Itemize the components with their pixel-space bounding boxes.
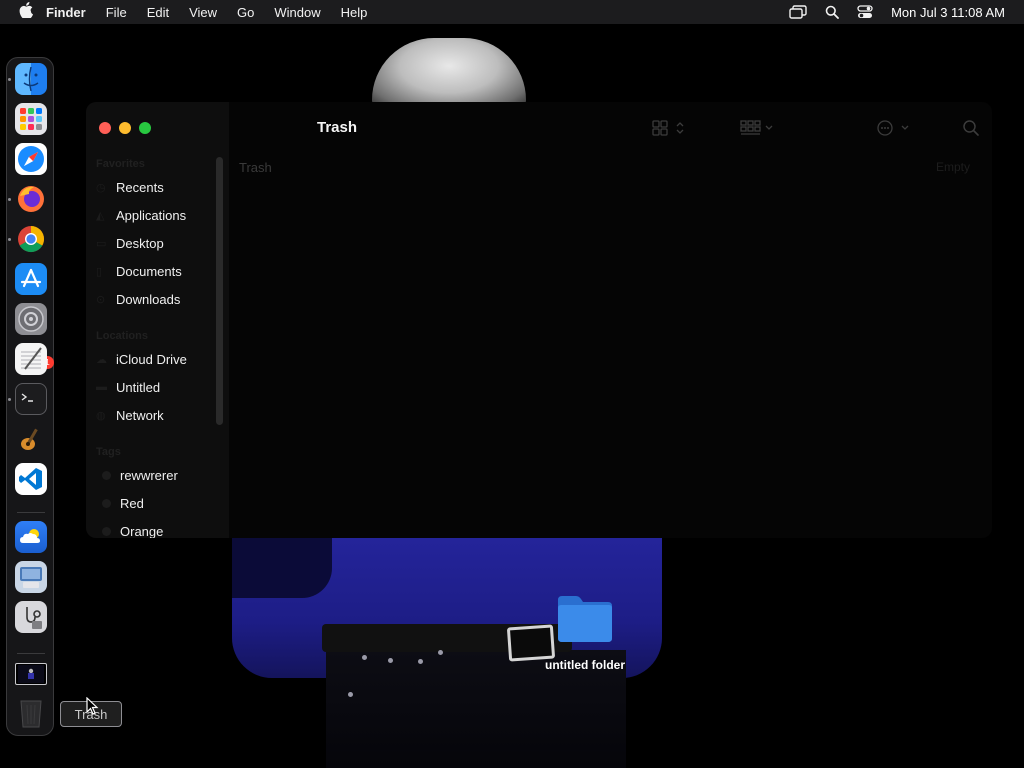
apple-logo-icon[interactable] (0, 2, 36, 22)
download-icon: ⊙ (96, 293, 106, 306)
chrome-icon[interactable] (15, 223, 47, 255)
wallpaper-hair (372, 38, 526, 108)
icon-view-icon[interactable] (652, 118, 686, 138)
trash-icon[interactable] (15, 697, 47, 729)
network-globe-icon: ◍ (96, 409, 106, 422)
sidebar-item-label: iCloud Drive (116, 351, 187, 367)
menu-file[interactable]: File (96, 5, 137, 20)
desktop-icon: ▭ (96, 237, 107, 250)
applications-icon: ◭ (96, 209, 105, 222)
sidebar-item-desktop[interactable]: ▭ Desktop (96, 232, 222, 254)
finder-window: Favorites ◷ Recents ◭ Applications ▭ Des… (86, 102, 992, 538)
sidebar-item-applications[interactable]: ◭ Applications (96, 204, 222, 226)
menu-edit[interactable]: Edit (137, 5, 179, 20)
window-title: Trash (317, 119, 358, 136)
textedit-icon[interactable] (15, 343, 47, 375)
trash-path-label: Trash (239, 160, 272, 175)
sidebar-item-downloads[interactable]: ⊙ Downloads (96, 288, 222, 310)
running-indicator (8, 398, 11, 401)
sidebar-item-label: Applications (116, 207, 187, 223)
sidebar-heading-tags: Tags (96, 446, 121, 458)
sidebar-item-label: Untitled (116, 379, 161, 395)
sidebar-item-tag-rewwrerer[interactable]: rewwrerer (96, 464, 222, 486)
system-information-icon[interactable] (15, 601, 47, 633)
finder-sidebar: Favorites ◷ Recents ◭ Applications ▭ Des… (86, 102, 229, 538)
desktop-folder-label: untitled folder (545, 658, 625, 672)
sidebar-item-tag-orange[interactable]: Orange (96, 520, 222, 538)
mouse-pointer-icon (86, 696, 100, 717)
dock: 1 (6, 57, 54, 736)
wallpaper-rivet (362, 655, 367, 660)
launchpad-icon[interactable] (15, 103, 47, 135)
menu-view[interactable]: View (179, 5, 227, 20)
menu-bar-clock[interactable]: Mon Jul 3 11:08 AM (891, 5, 1005, 20)
sidebar-heading-favorites: Favorites (96, 158, 145, 170)
sidebar-item-untitled[interactable]: ▬ Untitled (96, 376, 222, 398)
wallpaper-shirt-shadow (232, 538, 332, 598)
empty-trash-button[interactable]: Empty (936, 160, 970, 174)
minimized-window-icon[interactable] (15, 663, 47, 685)
firefox-icon[interactable] (15, 183, 47, 215)
dock-separator (17, 512, 45, 513)
sidebar-item-label: Documents (116, 263, 182, 279)
screen-mirroring-icon[interactable] (789, 5, 807, 19)
sidebar-item-documents[interactable]: ▯ Documents (96, 260, 222, 282)
spotlight-search-icon[interactable] (825, 5, 839, 19)
menu-help[interactable]: Help (331, 5, 378, 20)
finder-icon[interactable] (15, 63, 47, 95)
sidebar-heading-locations: Locations (96, 330, 148, 342)
dock-separator (17, 653, 45, 654)
menu-bar-status-area: Mon Jul 3 11:08 AM (789, 0, 1024, 24)
running-indicator (8, 238, 11, 241)
zoom-window-button[interactable] (139, 122, 151, 134)
group-by-icon[interactable] (740, 118, 776, 138)
tag-color-icon (102, 498, 111, 508)
sidebar-item-label: Desktop (116, 235, 164, 251)
preview-icon[interactable] (15, 561, 47, 593)
weather-icon[interactable] (15, 521, 47, 553)
disk-icon: ▬ (96, 381, 107, 393)
vscode-icon[interactable] (15, 463, 47, 495)
wallpaper-rivet (418, 659, 423, 664)
menu-window[interactable]: Window (264, 5, 330, 20)
system-settings-icon[interactable] (15, 303, 47, 335)
sidebar-item-label: Downloads (116, 291, 181, 307)
cloud-icon: ☁ (96, 353, 107, 366)
sidebar-scrollbar[interactable] (216, 157, 223, 425)
control-center-icon[interactable] (857, 5, 873, 19)
garageband-icon[interactable] (15, 423, 47, 455)
sidebar-item-label: Red (120, 495, 144, 511)
wallpaper-rivet (388, 658, 393, 663)
sidebar-item-network[interactable]: ◍ Network (96, 404, 222, 426)
tag-color-icon (102, 470, 111, 480)
running-indicator (8, 198, 11, 201)
document-icon: ▯ (96, 265, 103, 278)
clock-icon: ◷ (96, 181, 106, 194)
close-window-button[interactable] (99, 122, 111, 134)
action-menu-icon[interactable] (876, 118, 912, 138)
sidebar-item-recents[interactable]: ◷ Recents (96, 176, 222, 198)
desktop-folder-untitled[interactable]: untitled folder (540, 592, 630, 676)
menu-app-finder[interactable]: Finder (36, 5, 96, 20)
sidebar-item-label: Orange (120, 523, 164, 539)
sidebar-item-tag-red[interactable]: Red (96, 492, 222, 514)
safari-icon[interactable] (15, 143, 47, 175)
sidebar-item-icloud-drive[interactable]: ☁ iCloud Drive (96, 348, 222, 370)
menu-go[interactable]: Go (227, 5, 264, 20)
sidebar-item-label: rewwrerer (120, 467, 178, 483)
sidebar-item-label: Network (116, 407, 164, 423)
app-store-icon[interactable] (15, 263, 47, 295)
wallpaper-rivet (348, 692, 353, 697)
sidebar-item-label: Recents (116, 179, 164, 195)
minimize-window-button[interactable] (119, 122, 131, 134)
tag-color-icon (102, 526, 111, 536)
wallpaper-rivet (438, 650, 443, 655)
terminal-icon[interactable] (15, 383, 47, 415)
menu-bar: Finder File Edit View Go Window Help Mon… (0, 0, 1024, 24)
search-icon[interactable] (962, 118, 980, 138)
running-indicator (8, 78, 11, 81)
folder-icon (556, 592, 614, 644)
